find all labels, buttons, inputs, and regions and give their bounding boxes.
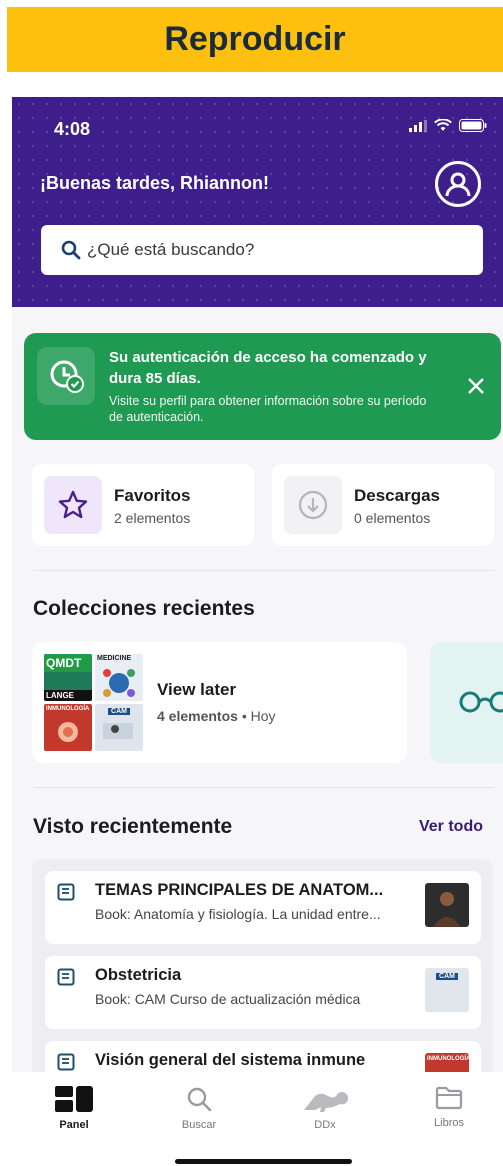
tab-ddx[interactable]: DDx <box>285 1086 365 1131</box>
collection-meta: 4 elementos • Hoy <box>157 708 276 724</box>
book-icon <box>57 1053 75 1071</box>
item-thumbnail <box>425 883 469 927</box>
app-screen: 4:08 ¡Buenas tardes, Rhiannon! ¿Qué está… <box>12 97 503 1166</box>
see-all-link[interactable]: Ver todo <box>419 818 483 836</box>
folder-icon <box>435 1086 463 1110</box>
clock-check-icon <box>37 347 95 405</box>
thumb-cam: CAM <box>95 704 143 751</box>
list-item[interactable]: Obstetricia Book: CAM Curso de actualiza… <box>45 956 481 1029</box>
search-placeholder: ¿Qué está buscando? <box>87 240 255 259</box>
thumb-medicine: MEDICINE <box>95 654 143 701</box>
search-icon <box>187 1087 212 1112</box>
header: 4:08 ¡Buenas tardes, Rhiannon! ¿Qué está… <box>12 97 503 307</box>
battery-icon <box>459 119 487 132</box>
item-subtitle: Book: CAM Curso de actualización médica <box>95 991 361 1007</box>
notice-title: Su autenticación de acceso ha comenzado … <box>109 349 427 387</box>
tab-label: Libros <box>434 1117 464 1129</box>
tab-search[interactable]: Buscar <box>159 1086 239 1131</box>
reproduce-banner[interactable]: Reproducir <box>7 7 503 72</box>
profile-button[interactable] <box>435 161 481 207</box>
close-icon <box>468 378 484 394</box>
collections-title: Colecciones recientes <box>33 597 255 620</box>
book-icon <box>57 883 75 901</box>
favorites-title: Favoritos <box>114 486 191 505</box>
reproduce-label: Reproducir <box>164 20 346 58</box>
greeting: ¡Buenas tardes, Rhiannon! <box>40 173 270 193</box>
collection-name: View later <box>157 680 237 699</box>
search-icon <box>61 240 81 260</box>
item-thumbnail: CAM <box>425 968 469 1012</box>
search-input[interactable]: ¿Qué está buscando? <box>41 225 483 275</box>
tab-panel[interactable]: Panel <box>34 1086 114 1131</box>
item-title: Visión general del sistema inmune <box>95 1051 366 1069</box>
glasses-icon <box>459 691 503 713</box>
divider <box>34 570 494 571</box>
recent-title: Visto recientemente <box>33 815 233 838</box>
wifi-icon <box>434 119 452 131</box>
favorites-card[interactable]: Favoritos 2 elementos <box>32 464 254 546</box>
collection-thumbnails: QMDT LANGE MEDICINE INMUNOLOGÍA CAM <box>44 654 146 751</box>
tab-label: Panel <box>59 1119 89 1131</box>
collection-card-2[interactable] <box>430 642 503 763</box>
downloads-card[interactable]: Descargas 0 elementos <box>272 464 494 546</box>
status-icons <box>409 119 487 132</box>
divider <box>34 787 494 788</box>
thumb-qmdt: QMDT LANGE <box>44 654 92 701</box>
star-icon <box>44 476 102 534</box>
home-indicator <box>175 1159 352 1164</box>
thumb-inmunologia: INMUNOLOGÍA <box>44 704 92 751</box>
downloads-title: Descargas <box>354 486 441 505</box>
item-title: Obstetricia <box>95 966 182 984</box>
close-button[interactable] <box>463 373 489 399</box>
notice-body: Visite su perfil para obtener informació… <box>109 394 427 424</box>
collection-card[interactable]: QMDT LANGE MEDICINE INMUNOLOGÍA CAM View… <box>32 642 407 763</box>
item-subtitle: Book: Anatomía y fisiología. La unidad e… <box>95 906 381 922</box>
favorites-count: 2 elementos <box>114 510 191 526</box>
tab-bar: Panel Buscar DDx Libros <box>12 1072 503 1166</box>
user-icon <box>445 172 471 197</box>
signal-icon <box>409 119 427 132</box>
dinosaur-icon <box>304 1092 348 1112</box>
tab-label: Buscar <box>181 1119 217 1131</box>
downloads-count: 0 elementos <box>354 510 431 526</box>
tab-label: DDx <box>314 1119 336 1131</box>
authentication-notice: Su autenticación de acceso ha comenzado … <box>24 333 501 440</box>
list-item[interactable]: TEMAS PRINCIPALES DE ANATOM... Book: Ana… <box>45 871 481 944</box>
book-icon <box>57 968 75 986</box>
download-icon <box>284 476 342 534</box>
item-title: TEMAS PRINCIPALES DE ANATOM... <box>95 881 384 899</box>
status-time: 4:08 <box>54 119 91 139</box>
dashboard-icon <box>55 1086 93 1112</box>
tab-books[interactable]: Libros <box>409 1086 489 1129</box>
